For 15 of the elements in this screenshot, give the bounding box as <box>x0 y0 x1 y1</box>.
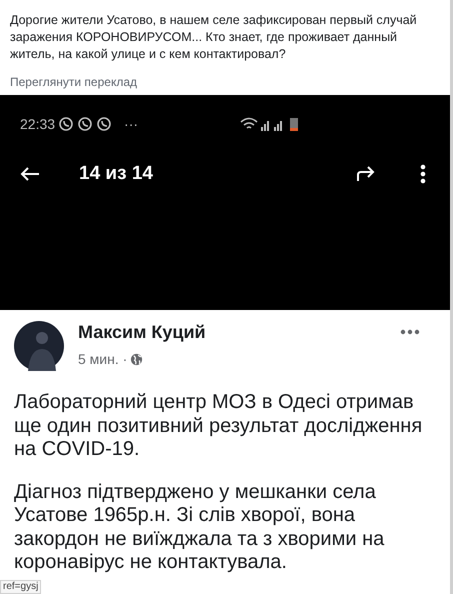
share-arrow-icon[interactable] <box>356 166 376 182</box>
more-notifications: ··· <box>124 114 138 134</box>
more-options-icon[interactable] <box>420 164 426 184</box>
globe-icon <box>130 353 144 366</box>
back-arrow-icon[interactable] <box>20 166 40 182</box>
image-counter: 14 из 14 <box>79 162 153 186</box>
author-name[interactable]: Максим Куций <box>78 321 206 343</box>
post-paragraph: Лабораторний центр МОЗ в Одесі отримав ще один позитивний результат дослідження на COVID-19. <box>14 391 422 462</box>
post-text: Дорогие жители Усатово, в нашем селе зафиксирован первый случай заражения КОРОНОВИРУСОМ... Кто знает, где проживает данный житель, на какой улице и с кем контактировал? <box>10 12 418 63</box>
translation-link[interactable]: Переглянути переклад <box>10 73 138 91</box>
status-time: 22:33 <box>20 114 56 134</box>
post-time: 5 мин. · <box>78 350 128 369</box>
post-paragraph: Діагноз підтверджено у мешканки села Усатове 1965р.н. Зі слів хворої, вона закордон не виїжджала та з хворими на коронавірус не контактувала. <box>14 480 384 574</box>
avatar <box>14 321 64 371</box>
browser-status-url: ref=gysj <box>0 580 42 594</box>
